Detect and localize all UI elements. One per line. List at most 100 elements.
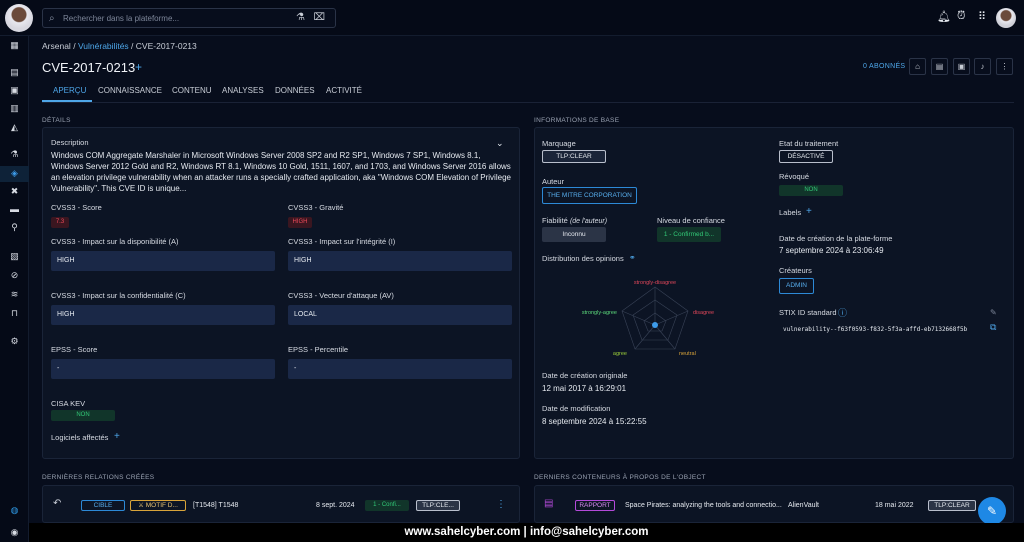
bank-icon[interactable]: ⌂: [909, 58, 926, 75]
apps-grid-icon[interactable]: ⠿: [978, 10, 986, 23]
opinions-link-icon[interactable]: ⚭: [629, 253, 636, 262]
data-icon[interactable]: ▧: [8, 250, 21, 263]
tab-content[interactable]: CONTENU: [172, 86, 212, 95]
tab-analyses[interactable]: ANALYSES: [222, 86, 264, 95]
relation-confidence: 1 - Confi...: [365, 500, 409, 511]
tab-activity[interactable]: ACTIVITÉ: [326, 86, 362, 95]
search-file-icon[interactable]: ⌧: [313, 12, 325, 23]
database-icon[interactable]: ≋: [8, 288, 21, 301]
container-marking: TLP:CLEAR: [928, 500, 976, 511]
confidence-chip: 1 - Confirmed b...: [657, 227, 721, 242]
relation-type-chip: CIBLE: [81, 500, 125, 511]
revoked-label: Révoqué: [779, 172, 810, 181]
relation-more-icon[interactable]: ⋮: [496, 499, 506, 510]
author-chip[interactable]: THE MITRE CORPORATION: [542, 187, 637, 204]
logo-avatar[interactable]: [5, 4, 33, 32]
creators-label: Créateurs: [779, 266, 812, 275]
affected-software-label: Logiciels affectés: [51, 433, 109, 442]
cisa-kev-label: CISA KEV: [51, 399, 86, 408]
labels-label: Labels: [779, 208, 802, 217]
report-icon: ▤: [544, 498, 554, 509]
microscope-icon[interactable]: ⚗: [296, 12, 305, 23]
stix-id-value: vulnerability--f63f0593-f832-5f3a-affd-e…: [783, 326, 968, 333]
stix-id-label: STIX ID standard: [779, 308, 837, 317]
availability-label: CVSS3 - Impact sur la disponibilité (A): [51, 237, 179, 246]
edit-pencil-icon[interactable]: ✎: [990, 308, 997, 317]
relation-date: 8 sept. 2024: [316, 502, 355, 509]
cases-icon[interactable]: ▣: [8, 84, 21, 97]
marking-chip[interactable]: TLP:CLEAR: [542, 150, 606, 163]
container-row[interactable]: ▤ RAPPORT Space Pirates: analyzing the t…: [535, 492, 1013, 516]
search-placeholder[interactable]: Rechercher dans la plateforme...: [63, 14, 179, 23]
platform-created-value: 7 septembre 2024 à 23:06:49: [779, 246, 884, 255]
breadcrumb-root[interactable]: Arsenal: [42, 41, 71, 51]
globe-icon[interactable]: ◍: [8, 504, 21, 517]
notify-bell-icon[interactable]: ♪: [974, 58, 991, 75]
reliability-chip: Inconnu: [542, 227, 606, 242]
more-vert-icon[interactable]: ⋮: [996, 58, 1013, 75]
author-label: Auteur: [542, 177, 565, 186]
page-title: CVE-2017-0213: [42, 60, 136, 75]
arsenal-icon[interactable]: ◈: [8, 167, 21, 180]
radar-label-agree: agree: [613, 351, 627, 357]
add-alias-icon[interactable]: +: [135, 60, 142, 74]
observations-icon[interactable]: ◭: [8, 121, 21, 134]
description-label: Description: [51, 138, 89, 147]
threats-icon[interactable]: ⚗: [8, 148, 21, 161]
container-title: Space Pirates: analyzing the tools and c…: [625, 502, 782, 509]
collapse-icon[interactable]: ◉: [8, 526, 21, 539]
reliability-label: Fiabilité (de l'auteur): [542, 216, 608, 225]
events-icon[interactable]: ▥: [8, 102, 21, 115]
edit-fab-button[interactable]: ✎: [978, 497, 1006, 525]
original-created-label: Date de création originale: [542, 371, 628, 380]
container-date: 18 mai 2022: [875, 502, 914, 509]
cvss-severity-badge: HIGH: [288, 217, 312, 228]
dashboard-icon[interactable]: ▦: [8, 39, 21, 52]
info-icon[interactable]: ⓘ: [838, 306, 847, 319]
settings-icon[interactable]: ⚙: [8, 335, 21, 348]
cvss-severity-label: CVSS3 - Gravité: [288, 203, 344, 212]
notification-bell-icon[interactable]: 🔔︎: [937, 10, 951, 23]
user-avatar[interactable]: [996, 8, 1016, 28]
tab-overview[interactable]: APERÇU: [53, 86, 86, 95]
tab-data[interactable]: DONNÉES: [275, 86, 315, 95]
trash-icon[interactable]: ⊓: [8, 307, 21, 320]
opinions-radar: strongly-disagree disagree neutral agree…: [582, 280, 714, 357]
epss-score-value: -: [51, 359, 275, 379]
copy-icon[interactable]: ⧉: [990, 322, 996, 333]
add-software-icon[interactable]: +: [114, 431, 120, 442]
tab-knowledge[interactable]: CONNAISSANCE: [98, 86, 162, 95]
breadcrumb-section[interactable]: Vulnérabilités: [78, 41, 129, 51]
integrity-value: HIGH: [288, 251, 512, 271]
techniques-icon[interactable]: ✖: [8, 185, 21, 198]
details-heading: DÉTAILS: [42, 117, 71, 124]
creator-chip[interactable]: ADMIN: [779, 278, 814, 294]
sidebar: ▦ ▤ ▣ ▥ ◭ ⚗ ◈ ✖ ▬ ⚲ ▧ ⊘ ≋ ⊓ ⚙ ◍ ◉: [0, 36, 29, 542]
status-label: Etat du traitement: [779, 139, 839, 148]
containers-heading: DERNIERS CONTENEURS À PROPOS DE L'OBJECT: [534, 474, 706, 481]
alarm-clock-icon[interactable]: ⏰︎: [957, 10, 966, 23]
containers-panel: ▤ RAPPORT Space Pirates: analyzing the t…: [534, 485, 1014, 523]
search-box[interactable]: ⌕ Rechercher dans la plateforme... ⚗ ⌧: [42, 8, 336, 28]
integrity-label: CVSS3 - Impact sur l'intégrité (I): [288, 237, 396, 246]
epss-percentile-value: -: [288, 359, 512, 379]
epss-percentile-label: EPSS - Percentile: [288, 345, 349, 354]
explore-icon[interactable]: ⊘: [8, 269, 21, 282]
subscribers-count[interactable]: 0 ABONNÉS: [863, 63, 905, 70]
cvss-score-label: CVSS3 - Score: [51, 203, 102, 212]
availability-value: HIGH: [51, 251, 275, 271]
entities-icon[interactable]: ▬: [8, 203, 21, 216]
original-created-value: 12 mai 2017 à 16:29:01: [542, 384, 627, 393]
enrich-icon[interactable]: ▣: [953, 58, 970, 75]
radar-label-disagree: disagree: [693, 310, 714, 316]
opinions-label: Distribution des opinions: [542, 254, 624, 263]
expand-chevron-icon[interactable]: ⌄: [496, 138, 504, 149]
relation-marking: TLP:CLE...: [416, 500, 460, 511]
export-file-icon[interactable]: ▤: [931, 58, 948, 75]
relation-arrow-icon: ↶: [53, 498, 62, 509]
locations-icon[interactable]: ⚲: [8, 221, 21, 234]
add-label-icon[interactable]: +: [806, 206, 812, 217]
attack-vector-value: LOCAL: [288, 305, 512, 325]
relation-row[interactable]: ↶ CIBLE ⚔ MOTIF D... [T1548] T1548 8 sep…: [43, 492, 519, 516]
analyses-icon[interactable]: ▤: [8, 66, 21, 79]
